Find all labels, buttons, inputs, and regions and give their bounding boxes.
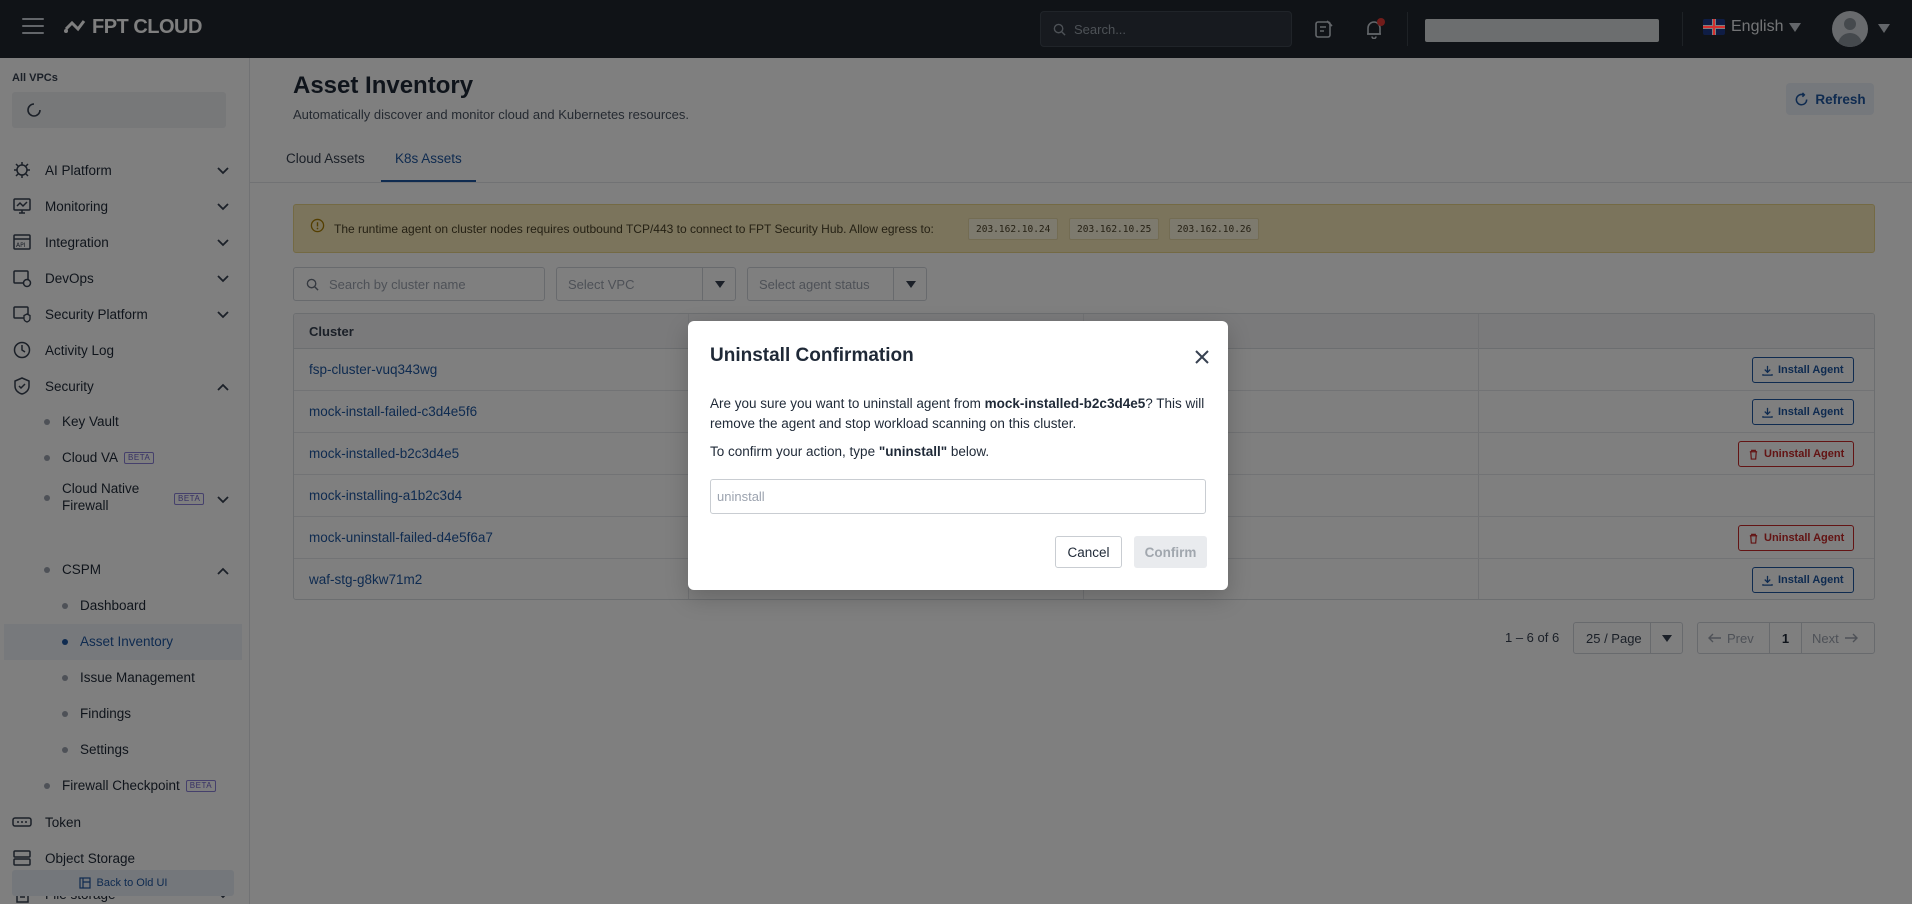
dialog-message: Are you sure you want to uninstall agent… [710,394,1210,434]
dialog-title: Uninstall Confirmation [710,345,914,366]
cancel-button[interactable]: Cancel [1055,536,1122,568]
message-text: Are you sure you want to uninstall agent… [710,396,985,411]
confirm-keyword: "uninstall" [878,444,948,459]
instruction-text: below. [947,444,990,459]
confirm-instruction: To confirm your action, type "uninstall"… [710,444,989,459]
close-icon[interactable] [1193,348,1211,366]
cluster-name: mock-installed-b2c3d4e5 [984,396,1146,411]
confirm-text-input[interactable] [710,479,1206,514]
uninstall-confirmation-dialog: Uninstall Confirmation Are you sure you … [688,321,1228,590]
confirm-button[interactable]: Confirm [1134,536,1207,568]
instruction-text: To confirm your action, type [710,444,879,459]
